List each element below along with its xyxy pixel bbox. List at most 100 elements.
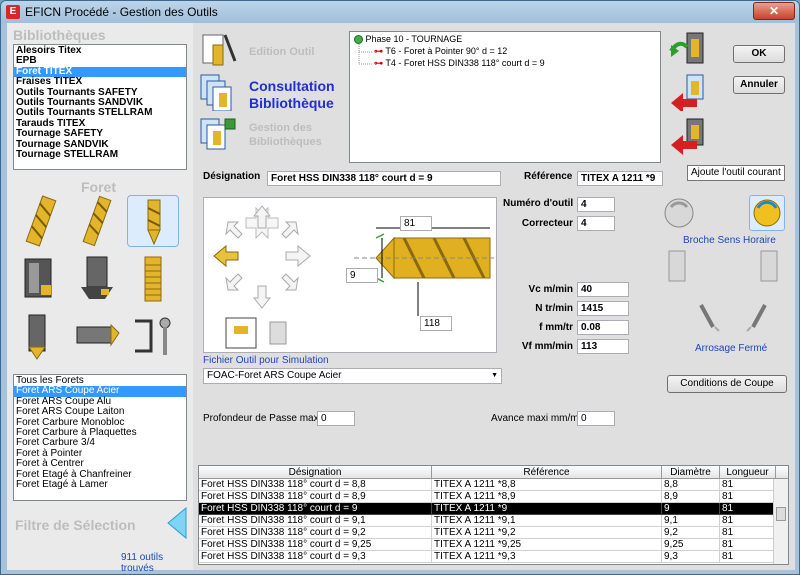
grid-header-reference[interactable]: Référence [432, 466, 662, 479]
spindle-ccw-icon[interactable] [661, 195, 697, 231]
tool-icon-drill-long[interactable] [71, 195, 123, 247]
libraries-list[interactable]: Alesoirs Titex EPB Foret TITEX Fraises TITE… [13, 44, 187, 170]
app-icon: E [6, 5, 20, 19]
feed-field[interactable]: 0 [577, 411, 615, 426]
tool-icon-drill-coated[interactable] [15, 195, 67, 247]
table-cell: 9,3 [662, 551, 720, 563]
table-row[interactable]: Foret HSS DIN338 118° court d = 8,9 TITEX… [199, 491, 776, 503]
tools-grid[interactable]: Désignation Référence Diamètre Longueur … [198, 465, 789, 565]
f-field[interactable]: 0.08 [577, 320, 629, 335]
table-cell: 8,9 [662, 491, 720, 503]
collapse-arrow-icon[interactable] [164, 506, 188, 540]
sim-file-value: FOAC-Foret ARS Coupe Acier [207, 370, 342, 381]
table-row[interactable]: Foret HSS DIN338 118° court d = 9,1 TITEX… [199, 515, 776, 527]
table-cell: Foret HSS DIN338 118° court d = 8,9 [199, 491, 432, 503]
result-count: 911 outils trouvés [121, 552, 164, 574]
table-cell: TITEX A 1211 *9,2 [432, 527, 662, 539]
table-cell: 9,25 [662, 539, 720, 551]
tool-icon-turning[interactable] [15, 311, 67, 363]
vc-label: Vc m/min [528, 284, 573, 295]
tool-icon-insert-drill[interactable] [71, 253, 123, 305]
library-item[interactable]: Tournage STELLRAM [14, 149, 186, 160]
library-item[interactable]: Fraises TITEX [14, 76, 186, 87]
reference-field[interactable]: TITEX A 1211 *9 [577, 171, 663, 186]
grid-scrollbar[interactable] [773, 479, 788, 564]
manage-libraries-label[interactable]: Gestion des Bibliothèques [249, 121, 322, 149]
arrow-pad-icon [213, 205, 311, 309]
vf-field[interactable]: 113 [577, 339, 629, 354]
replace-tool-icon[interactable] [669, 31, 707, 69]
consult-label-line2: Bibliothèque [249, 95, 334, 111]
corrector-field[interactable]: 4 [577, 216, 615, 231]
table-cell: Foret HSS DIN338 118° court d = 9,25 [199, 539, 432, 551]
cancel-button[interactable]: Annuler [733, 76, 785, 94]
table-row[interactable]: Foret HSS DIN338 118° court d = 9 TITEX A… [199, 503, 776, 515]
coolant-icon[interactable] [693, 299, 773, 333]
designation-field[interactable]: Foret HSS DIN338 118° court d = 9 [267, 171, 501, 186]
tool-icon-gauge[interactable] [127, 311, 179, 363]
table-cell: TITEX A 1211 *9 [432, 503, 662, 515]
add-tool-icon[interactable] [669, 117, 707, 155]
tool-type-item[interactable]: Foret à Centrer [14, 458, 186, 469]
operation-tree[interactable]: Phase 10 - TOURNAGE ⊶ T6 - Foret à Point… [349, 31, 661, 163]
title-bar: E EFICN Procédé - Gestion des Outils ✕ [1, 1, 799, 23]
spindle-right-icon[interactable] [753, 249, 783, 283]
libraries-title: Bibliothèques [13, 27, 106, 43]
sim-file-select[interactable]: FOAC-Foret ARS Coupe Acier ▼ [203, 368, 502, 384]
dim-diameter-field[interactable]: 9 [346, 268, 378, 283]
close-button[interactable]: ✕ [753, 2, 795, 20]
tool-number-label: Numéro d'outil [503, 198, 574, 209]
sim-file-label: Fichier Outil pour Simulation [203, 355, 329, 366]
tree-tool-row[interactable]: ⊶ T6 - Foret à Pointer 90° d = 12 [374, 46, 507, 57]
table-row[interactable]: Foret HSS DIN338 118° court d = 9,25 TITE… [199, 539, 776, 551]
tool-type-item[interactable]: Foret ARS Coupe Laiton [14, 406, 186, 417]
spindle-cw-icon[interactable] [749, 195, 785, 231]
grid-header-diameter[interactable]: Diamètre [662, 466, 720, 479]
drill-tool-icon: ⊶ [374, 46, 383, 56]
tool-icon-drill-selected[interactable] [127, 195, 179, 247]
table-row[interactable]: Foret HSS DIN338 118° court d = 8,8 TITEX… [199, 479, 776, 491]
table-cell: TITEX A 1211 *9,25 [432, 539, 662, 551]
filter-title: Filtre de Sélection [15, 517, 136, 533]
spindle-left-icon[interactable] [663, 249, 693, 283]
depth-field[interactable]: 0 [317, 411, 355, 426]
tree-tool-row[interactable]: ⊶ T4 - Foret HSS DIN338 118° court d = 9 [374, 58, 545, 69]
table-row[interactable]: Foret HSS DIN338 118° court d = 9,3 TITEX… [199, 551, 776, 563]
tool-type-item[interactable]: Foret Etagé à Lamer [14, 479, 186, 490]
library-item[interactable]: Alesoirs Titex [14, 45, 186, 56]
vf-label: Vf mm/min [521, 341, 573, 352]
tool-number-field[interactable]: 4 [577, 197, 615, 212]
tool-icon-grooving[interactable] [71, 311, 123, 363]
ok-button[interactable]: OK [733, 45, 785, 63]
n-field[interactable]: 1415 [577, 301, 629, 316]
edit-tool-label[interactable]: Edition Outil [249, 45, 314, 59]
spindle-direction-label: Broche Sens Horaire [683, 235, 776, 246]
table-cell: 9,2 [662, 527, 720, 539]
cutting-conditions-button[interactable]: Conditions de Coupe [667, 375, 787, 393]
consult-label-line1: Consultation [249, 78, 335, 94]
tool-icon-tap[interactable] [127, 253, 179, 305]
dim-flute-field[interactable]: 118 [420, 316, 452, 331]
table-cell: TITEX A 1211 *9,1 [432, 515, 662, 527]
manage-libraries-icon[interactable] [199, 117, 237, 155]
dim-length-field[interactable]: 81 [400, 216, 432, 231]
tool-family-title: Foret [81, 179, 116, 195]
table-cell: 81 [720, 539, 776, 551]
grid-header-designation[interactable]: Désignation [199, 466, 432, 479]
scrollbar-thumb[interactable] [776, 507, 786, 521]
tree-phase-row[interactable]: Phase 10 - TOURNAGE [354, 34, 462, 45]
vc-field[interactable]: 40 [577, 282, 629, 297]
edit-tool-icon[interactable] [199, 31, 237, 69]
insert-tool-icon[interactable] [669, 73, 707, 113]
library-item[interactable]: Tournage SAFETY [14, 128, 186, 139]
left-panel: Bibliothèques Alesoirs Titex EPB Foret TIT… [7, 23, 193, 574]
tool-types-list[interactable]: Tous les Forets Foret ARS Coupe Acier Fore… [13, 374, 187, 501]
tool-icon-boring[interactable] [15, 253, 67, 305]
table-cell: 81 [720, 503, 776, 515]
table-cell: Foret HSS DIN338 118° court d = 9,2 [199, 527, 432, 539]
grid-header-length[interactable]: Longueur [720, 466, 776, 479]
consult-library-icon[interactable] [199, 73, 237, 112]
table-row[interactable]: Foret HSS DIN338 118° court d = 9,2 TITEX… [199, 527, 776, 539]
consult-library-label[interactable]: Consultation Bibliothèque [249, 78, 335, 112]
manage-label-line2: Bibliothèques [249, 136, 322, 148]
